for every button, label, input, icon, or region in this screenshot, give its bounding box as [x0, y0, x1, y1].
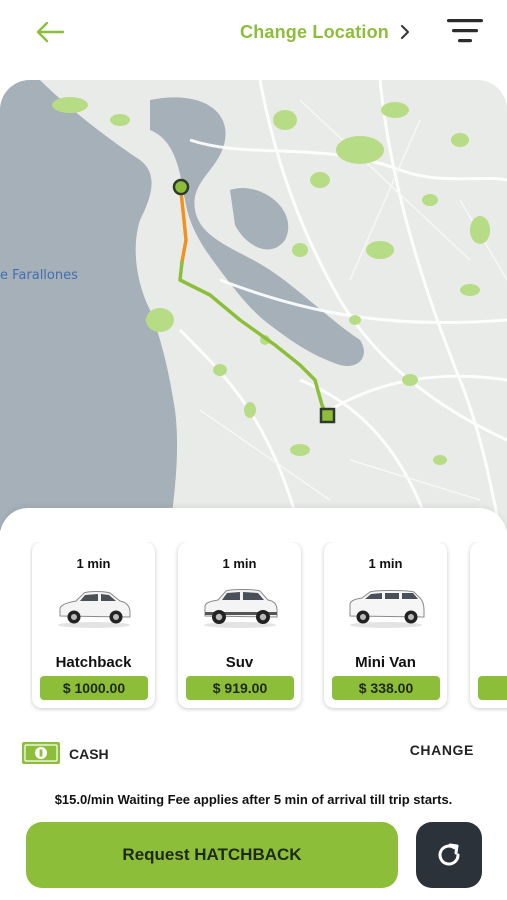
- vehicle-card-next[interactable]: [470, 542, 507, 708]
- minivan-car-icon: [349, 590, 425, 628]
- suv-car-icon: [204, 589, 278, 628]
- vehicle-card-hatchback[interactable]: 1 min Hatchback $ 1000.00: [32, 542, 155, 708]
- vehicle-name: Hatchback: [55, 654, 132, 671]
- vehicle-eta: 1 min: [222, 556, 257, 571]
- change-location-button[interactable]: Change Location: [240, 20, 411, 44]
- vehicle-card-minivan[interactable]: 1 min Mini Van $ 338.00: [324, 542, 447, 708]
- vehicle-name: Suv: [225, 654, 254, 671]
- origin-marker: [172, 178, 190, 196]
- route-map[interactable]: e Farallones: [0, 80, 507, 530]
- filter-icon: [447, 19, 483, 43]
- vehicle-price: $ 919.00: [186, 676, 294, 700]
- top-bar: Change Location: [0, 0, 507, 70]
- change-location-label: Change Location: [240, 21, 390, 42]
- payment-row: CASH CHANGE: [22, 742, 482, 766]
- waiting-fee-note: $15.0/min Waiting Fee applies after 5 mi…: [54, 792, 453, 807]
- vehicle-price-partial: [478, 676, 507, 700]
- payment-method-label: CASH: [69, 746, 109, 762]
- vehicle-eta: 1 min: [368, 556, 403, 571]
- change-payment-button[interactable]: CHANGE: [410, 742, 474, 758]
- map-place-label: e Farallones: [0, 268, 78, 283]
- hatchback-car-icon: [58, 591, 131, 628]
- map-canvas[interactable]: [0, 80, 507, 530]
- chevron-right-icon: [401, 25, 410, 39]
- cash-icon: [22, 742, 60, 764]
- vehicle-price: $ 1000.00: [40, 676, 148, 700]
- refresh-icon: [438, 843, 460, 866]
- vehicle-list[interactable]: 1 min Hatchback $ 1000.00 1 min Suv $ 91…: [30, 542, 507, 712]
- vehicle-eta: 1 min: [76, 556, 111, 571]
- destination-marker: [319, 407, 336, 424]
- refresh-button[interactable]: [416, 822, 482, 888]
- vehicle-price: $ 338.00: [332, 676, 440, 700]
- filter-button[interactable]: [444, 16, 486, 46]
- vehicle-name: Mini Van: [355, 654, 416, 671]
- request-ride-button[interactable]: Request HATCHBACK: [26, 822, 398, 888]
- back-button[interactable]: [30, 16, 70, 48]
- arrow-left-icon: [36, 21, 65, 43]
- vehicle-card-suv[interactable]: 1 min Suv $ 919.00: [178, 542, 301, 708]
